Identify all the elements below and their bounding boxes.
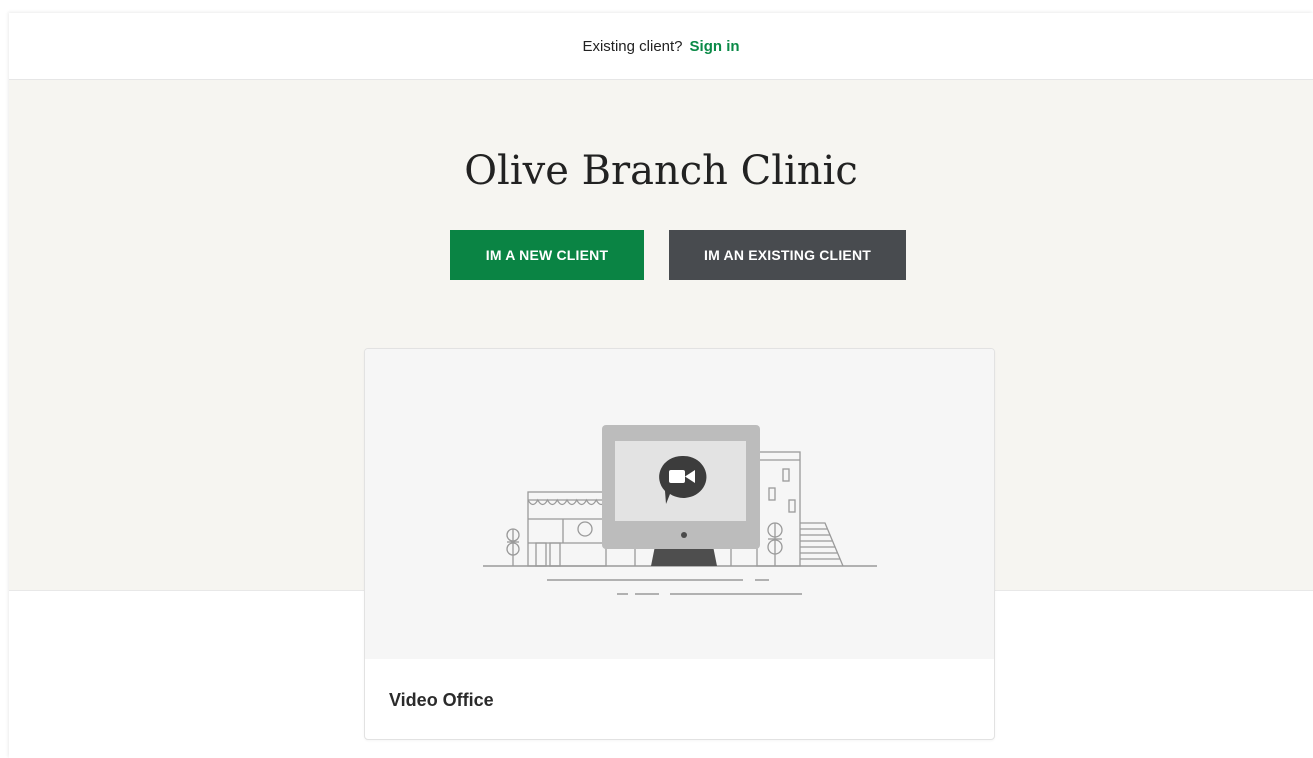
sign-in-link[interactable]: Sign in bbox=[690, 38, 740, 55]
existing-client-button[interactable]: IM AN EXISTING CLIENT bbox=[669, 230, 906, 280]
video-office-card[interactable]: Video Office bbox=[364, 348, 995, 740]
existing-client-question: Existing client? bbox=[582, 37, 683, 55]
page: Existing client? Sign in Olive Branch Cl… bbox=[9, 13, 1313, 758]
new-client-button[interactable]: IM A NEW CLIENT bbox=[450, 230, 644, 280]
video-office-label: Video Office bbox=[389, 690, 494, 710]
top-bar: Existing client? Sign in bbox=[9, 13, 1313, 80]
clinic-title: Olive Branch Clinic bbox=[464, 148, 858, 194]
video-office-illustration bbox=[365, 349, 994, 659]
video-office-icon bbox=[483, 425, 877, 595]
